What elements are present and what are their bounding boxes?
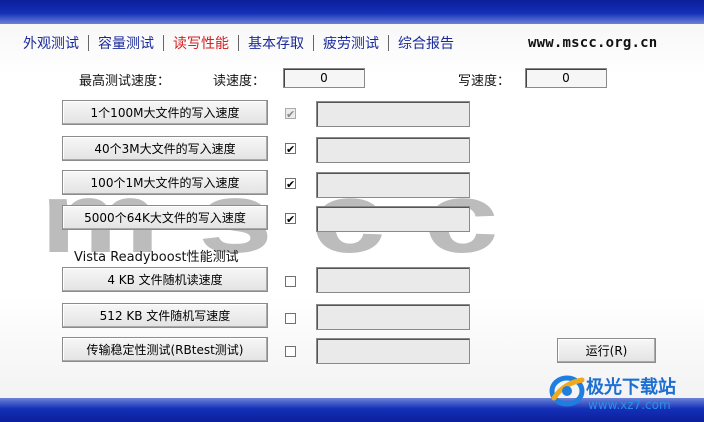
test-64k-button[interactable]: 5000个64K大文件的写入速度 — [62, 205, 268, 230]
check-mark-icon: ✔ — [286, 213, 296, 226]
tab-bar: 外观测试 容量测试 读写性能 基本存取 疲劳测试 综合报告 — [14, 33, 463, 53]
check-mark-icon: ✔ — [286, 108, 296, 121]
tab-capacity[interactable]: 容量测试 — [89, 33, 163, 53]
rb-stability-result — [316, 338, 470, 364]
brand-watermark: 极光下载站 www.xz7.com — [548, 370, 700, 414]
aurora-logo-icon — [549, 375, 585, 407]
check-mark-icon: ✔ — [286, 143, 296, 156]
write-speed-label: 写速度： — [458, 74, 511, 89]
test-100m-checkbox[interactable]: ✔ — [285, 108, 296, 121]
test-64k-checkbox[interactable]: ✔ — [285, 213, 296, 226]
test-64k-result — [316, 206, 470, 232]
brand-name: 极光下载站 — [586, 377, 676, 398]
tab-fatigue[interactable]: 疲劳测试 — [314, 33, 388, 53]
rb-4kb-read-button[interactable]: 4 KB 文件随机读速度 — [62, 267, 268, 292]
test-3m-checkbox[interactable]: ✔ — [285, 143, 296, 156]
max-speed-label: 最高测试速度： — [79, 74, 171, 89]
test-3m-button[interactable]: 40个3M大文件的写入速度 — [62, 136, 268, 161]
tab-appearance[interactable]: 外观测试 — [14, 33, 88, 53]
tab-basic-access[interactable]: 基本存取 — [239, 33, 313, 53]
rb-stability-button[interactable]: 传输稳定性测试(RBtest测试) — [62, 337, 268, 362]
top-banner — [0, 0, 704, 24]
site-url: www.mscc.org.cn — [528, 35, 658, 51]
readyboost-title: Vista Readyboost性能测试 — [74, 250, 239, 265]
test-100m-button[interactable]: 1个100M大文件的写入速度 — [62, 100, 268, 125]
tab-report[interactable]: 综合报告 — [389, 33, 463, 53]
rb-512kb-write-result — [316, 304, 470, 330]
brand-url: www.xz7.com — [588, 398, 671, 412]
rb-4kb-read-checkbox[interactable] — [285, 276, 296, 287]
rb-4kb-read-result — [316, 267, 470, 293]
test-1m-result — [316, 172, 470, 198]
run-button[interactable]: 运行(R) — [557, 338, 656, 363]
tab-rw-performance[interactable]: 读写性能 — [164, 33, 238, 53]
rb-stability-checkbox[interactable] — [285, 346, 296, 357]
write-speed-field[interactable]: 0 — [525, 68, 607, 88]
app-window: mscc 外观测试 容量测试 读写性能 基本存取 疲劳测试 综合报告 www.m… — [0, 0, 704, 422]
test-1m-checkbox[interactable]: ✔ — [285, 178, 296, 191]
check-mark-icon: ✔ — [286, 178, 296, 191]
test-3m-result — [316, 137, 470, 163]
test-100m-result — [316, 101, 470, 127]
read-speed-field[interactable]: 0 — [283, 68, 365, 88]
test-1m-button[interactable]: 100个1M大文件的写入速度 — [62, 170, 268, 195]
read-speed-label: 读速度： — [213, 74, 266, 89]
rb-512kb-write-checkbox[interactable] — [285, 313, 296, 324]
rb-512kb-write-button[interactable]: 512 KB 文件随机写速度 — [62, 303, 268, 328]
